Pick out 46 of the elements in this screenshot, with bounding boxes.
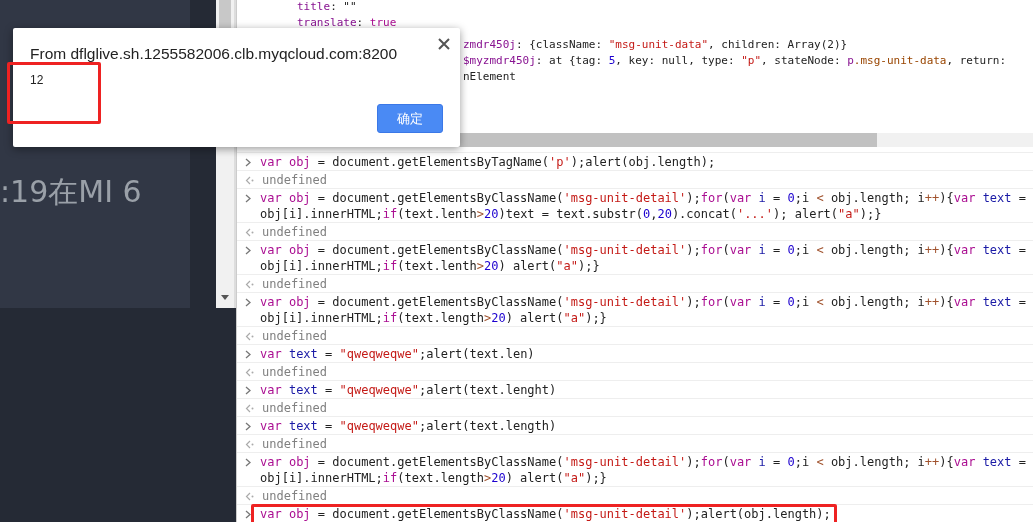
console-command: var text = "qweqweqwe";alert(text.length) bbox=[260, 418, 557, 434]
console-command: var obj = document.getElementsByClassName('msg-unit-detail');for(var i = 0;i < obj.length; i++){var text = obj[i].innerHTML;if(text.lenth>20) alert("a");} bbox=[260, 242, 1026, 274]
console-result: undefined bbox=[262, 364, 328, 380]
prompt-icon bbox=[245, 350, 252, 359]
prompt-icon bbox=[245, 422, 252, 431]
console-command: var obj = document.getElementsByClassName('msg-unit-detail');for(var i = 0;i < obj.length; i++){var text = obj[i].innerHTML;if(text.lenth>20)text = text.substr(0,20).concat('...'); alert("a");} bbox=[260, 190, 1026, 222]
result-icon bbox=[245, 440, 254, 449]
console-result: undefined bbox=[262, 224, 328, 240]
result-icon bbox=[245, 332, 254, 341]
object-property: translate: true bbox=[297, 16, 397, 30]
dialog-message: 12 bbox=[30, 73, 44, 87]
console-command: var obj = document.getElementsByClassName('msg-unit-detail');for(var i = 0;i < obj.length; i++){var text = obj[i].innerHTML;if(text.length>20) alert("a");} bbox=[260, 454, 1026, 486]
prompt-icon bbox=[245, 510, 252, 519]
console-command: var obj = document.getElementsByTagName('p');alert(obj.length); bbox=[260, 154, 716, 170]
card-text: :19在MI 6 bbox=[0, 172, 142, 211]
prompt-icon bbox=[245, 458, 252, 467]
console-command: var obj = document.getElementsByClassName('msg-unit-detail');for(var i = 0;i < obj.length; i++){var text = obj[i].innerHTML;if(text.length>20) alert("a");} bbox=[260, 294, 1026, 326]
console-command: var text = "qweqweqwe";alert(text.len) bbox=[260, 346, 535, 362]
object-property: zmdr450j: {className: "msg-unit-data", children: Array(2)} bbox=[463, 38, 848, 52]
result-icon bbox=[245, 280, 254, 289]
result-icon bbox=[245, 228, 254, 237]
prompt-icon bbox=[245, 158, 252, 167]
console-result: undefined bbox=[262, 276, 328, 292]
dialog-title: From dflglive.sh.1255582006.clb.myqcloud.com:8200 bbox=[30, 45, 399, 63]
console-result: undefined bbox=[262, 328, 328, 344]
console-result: undefined bbox=[262, 172, 328, 188]
scroll-down-icon[interactable] bbox=[221, 295, 229, 300]
object-property: nElement bbox=[463, 70, 516, 84]
prompt-icon bbox=[245, 386, 252, 395]
result-icon bbox=[245, 492, 254, 501]
console-result: undefined bbox=[262, 400, 328, 416]
console-command: var obj = document.getElementsByClassName('msg-unit-detail');alert(obj.length); bbox=[260, 506, 831, 522]
result-icon bbox=[245, 404, 254, 413]
prompt-icon bbox=[245, 246, 252, 255]
console-result: undefined bbox=[262, 436, 328, 452]
close-icon[interactable] bbox=[438, 38, 450, 50]
object-property: title: "" bbox=[297, 0, 357, 14]
object-property: $myzmdr450j: at {tag: 5, key: null, type: "p", stateNode: p.msg-unit-data, return: bbox=[463, 54, 1007, 68]
prompt-icon bbox=[245, 298, 252, 307]
console-command: var text = "qweqweqwe";alert(text.lenght) bbox=[260, 382, 557, 398]
result-icon bbox=[245, 368, 254, 377]
scroll-thumb[interactable] bbox=[219, 0, 231, 30]
console-result: undefined bbox=[262, 488, 328, 504]
prompt-icon bbox=[245, 194, 252, 203]
ok-button[interactable]: 确定 bbox=[377, 104, 443, 133]
result-icon bbox=[245, 176, 254, 185]
